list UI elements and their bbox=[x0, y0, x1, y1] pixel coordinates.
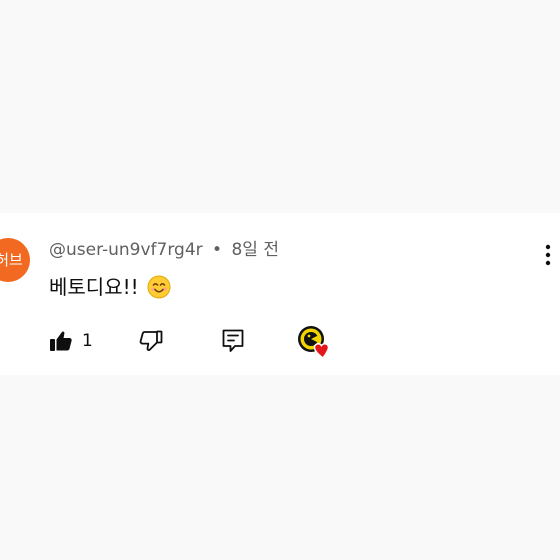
page: 허브 @user-un9vf7rg4r • 8일 전 베토디요!! 1 bbox=[0, 0, 560, 560]
avatar[interactable]: 허브 bbox=[0, 238, 30, 282]
thumbs-down-outline-icon bbox=[139, 330, 163, 351]
reply-comment-icon bbox=[222, 329, 244, 352]
reply-button[interactable] bbox=[221, 326, 245, 356]
like-count: 1 bbox=[82, 331, 93, 351]
comment-card: 허브 @user-un9vf7rg4r • 8일 전 베토디요!! 1 bbox=[0, 213, 560, 375]
comment-author[interactable]: @user-un9vf7rg4r bbox=[49, 240, 203, 260]
meta-separator: • bbox=[212, 240, 223, 260]
comment-time[interactable]: 8일 전 bbox=[231, 240, 279, 260]
avatar-text: 허브 bbox=[0, 251, 23, 269]
creator-heart-badge-icon bbox=[298, 326, 330, 360]
comment-body: 베토디요!! bbox=[49, 273, 171, 301]
dislike-button[interactable] bbox=[139, 326, 163, 356]
like-button[interactable]: 1 bbox=[49, 326, 93, 356]
smiling-face-icon bbox=[147, 275, 171, 299]
thumbs-up-filled-icon bbox=[50, 331, 72, 351]
creator-heart-badge[interactable] bbox=[297, 325, 333, 360]
comment-text: 베토디요!! bbox=[49, 275, 139, 299]
more-options-button[interactable] bbox=[536, 241, 560, 269]
more-vertical-icon bbox=[545, 244, 551, 266]
comment-meta: @user-un9vf7rg4r • 8일 전 bbox=[49, 238, 279, 262]
